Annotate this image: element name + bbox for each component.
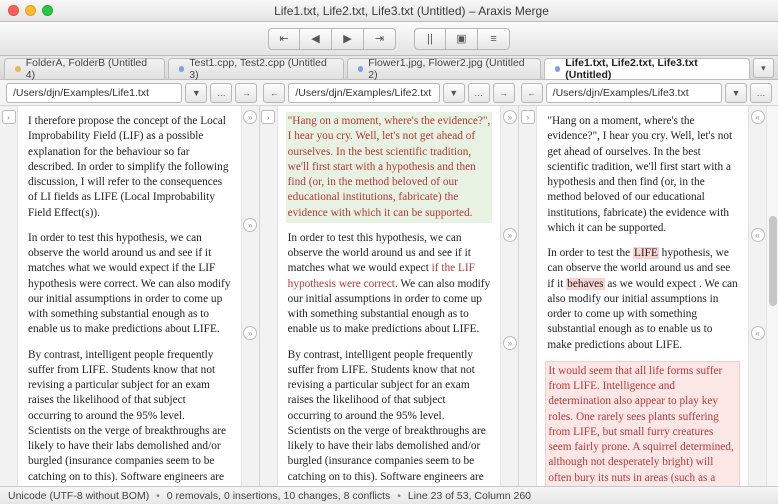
center-path-dropdown[interactable]: ▼ xyxy=(443,83,465,103)
right-p3: It would seem that all life forms suffer… xyxy=(545,361,740,486)
status-removals: 0 removals xyxy=(167,490,218,502)
last-diff-button[interactable]: ⇥ xyxy=(364,28,396,50)
center-gutter: › xyxy=(260,106,278,486)
file-icon xyxy=(179,66,185,72)
compare-panes: › I therefore propose the concept of the… xyxy=(0,106,778,486)
right-text[interactable]: "Hang on a moment, where's the evidence?… xyxy=(537,106,748,486)
left-p2: In order to test this hypothesis, we can… xyxy=(26,229,233,340)
left-action-gutter: » » » xyxy=(241,106,259,486)
copy-right-arrow-icon[interactable]: → xyxy=(235,83,257,103)
status-conflicts: 8 conflicts xyxy=(344,490,391,502)
diff-marker-icon[interactable]: › xyxy=(521,110,535,124)
copy-right-arrow-icon[interactable]: → xyxy=(493,83,515,103)
file-icon xyxy=(358,66,364,72)
zoom-window-button[interactable] xyxy=(42,5,53,16)
center-path-input[interactable]: /Users/djn/Examples/Life2.txt xyxy=(288,83,439,103)
diff-word: LIFE xyxy=(633,247,659,259)
left-gutter: › xyxy=(0,106,18,486)
merge-action-icon[interactable]: » xyxy=(243,326,257,340)
file-icon xyxy=(555,66,561,72)
right-p2: In order to test the LIFE hypothesis, we… xyxy=(545,244,740,355)
prev-diff-button[interactable]: ◀ xyxy=(300,28,332,50)
pause-button[interactable]: || xyxy=(414,28,446,50)
tab-cpp-compare[interactable]: Test1.cpp, Test2.cpp (Untitled 3) xyxy=(168,58,344,79)
merge-action-icon[interactable]: » xyxy=(243,110,257,124)
minimize-window-button[interactable] xyxy=(25,5,36,16)
diff-marker-icon[interactable]: › xyxy=(2,110,16,124)
center-path-browse[interactable]: … xyxy=(468,83,490,103)
vertical-scrollbar[interactable] xyxy=(766,106,778,486)
layout-button[interactable]: ▣ xyxy=(446,28,478,50)
path-bar: /Users/djn/Examples/Life1.txt ▼ … → ← /U… xyxy=(0,80,778,106)
tab-label: Flower1.jpg, Flower2.jpg (Untitled 2) xyxy=(368,57,529,81)
merge-action-icon[interactable]: » xyxy=(503,336,517,350)
center-p2: In order to test this hypothesis, we can… xyxy=(286,229,493,340)
merge-action-icon[interactable]: » xyxy=(503,110,517,124)
copy-left-arrow-icon[interactable]: ← xyxy=(263,83,285,103)
first-diff-button[interactable]: ⇤ xyxy=(268,28,300,50)
left-p1: I therefore propose the concept of the L… xyxy=(26,112,233,223)
merge-action-icon[interactable]: « xyxy=(751,228,765,242)
tab-label: Test1.cpp, Test2.cpp (Untitled 3) xyxy=(189,57,332,81)
right-path-browse[interactable]: … xyxy=(750,83,772,103)
left-text[interactable]: I therefore propose the concept of the L… xyxy=(18,106,241,486)
merge-action-icon[interactable]: » xyxy=(503,228,517,242)
status-encoding: Unicode (UTF-8 without BOM) xyxy=(8,490,149,502)
copy-left-arrow-icon[interactable]: ← xyxy=(521,83,543,103)
merge-action-icon[interactable]: » xyxy=(243,218,257,232)
folder-icon xyxy=(15,66,21,72)
diff-word: behaves xyxy=(566,278,604,290)
diff-marker-icon[interactable]: › xyxy=(261,110,275,124)
right-gutter: › xyxy=(519,106,537,486)
window-title: Life1.txt, Life2.txt, Life3.txt (Untitle… xyxy=(53,4,770,18)
left-path-dropdown[interactable]: ▼ xyxy=(185,83,207,103)
right-pane: › "Hang on a moment, where's the evidenc… xyxy=(519,106,778,486)
status-position: Line 23 of 53, Column 260 xyxy=(408,490,531,502)
right-p1: "Hang on a moment, where's the evidence?… xyxy=(545,112,740,238)
left-path-input[interactable]: /Users/djn/Examples/Life1.txt xyxy=(6,83,182,103)
right-path-input[interactable]: /Users/djn/Examples/Life3.txt xyxy=(546,83,722,103)
close-window-button[interactable] xyxy=(8,5,19,16)
right-action-gutter: « « « xyxy=(748,106,766,486)
center-p3: By contrast, intelligent people frequent… xyxy=(286,346,493,487)
merge-action-icon[interactable]: « xyxy=(751,326,765,340)
left-pane: › I therefore propose the concept of the… xyxy=(0,106,260,486)
right-path-dropdown[interactable]: ▼ xyxy=(725,83,747,103)
status-bar: Unicode (UTF-8 without BOM) • 0 removals… xyxy=(0,486,778,504)
status-changes: 10 changes xyxy=(283,490,337,502)
tab-life-compare[interactable]: Life1.txt, Life2.txt, Life3.txt (Untitle… xyxy=(544,58,750,79)
view-mode-button[interactable]: ≡ xyxy=(478,28,510,50)
tab-folder-compare[interactable]: FolderA, FolderB (Untitled 4) xyxy=(4,58,165,79)
center-action-gutter: » » » xyxy=(500,106,518,486)
tab-bar: FolderA, FolderB (Untitled 4) Test1.cpp,… xyxy=(0,56,778,80)
center-pane: › "Hang on a moment, where's the evidenc… xyxy=(260,106,520,486)
tab-label: FolderA, FolderB (Untitled 4) xyxy=(26,57,154,81)
left-p3: By contrast, intelligent people frequent… xyxy=(26,346,233,487)
next-diff-button[interactable]: ▶ xyxy=(332,28,364,50)
status-insertions: 0 insertions xyxy=(224,490,278,502)
scrollbar-thumb[interactable] xyxy=(769,216,777,306)
left-path-browse[interactable]: … xyxy=(210,83,232,103)
tab-label: Life1.txt, Life2.txt, Life3.txt (Untitle… xyxy=(565,57,739,81)
merge-action-icon[interactable]: « xyxy=(751,110,765,124)
main-toolbar: ⇤ ◀ ▶ ⇥ || ▣ ≡ xyxy=(0,22,778,56)
center-p1: "Hang on a moment, where's the evidence?… xyxy=(286,112,493,223)
window-titlebar: Life1.txt, Life2.txt, Life3.txt (Untitle… xyxy=(0,0,778,22)
tab-image-compare[interactable]: Flower1.jpg, Flower2.jpg (Untitled 2) xyxy=(347,58,541,79)
center-text[interactable]: "Hang on a moment, where's the evidence?… xyxy=(278,106,501,486)
tab-overflow-button[interactable]: ▾ xyxy=(753,58,774,78)
